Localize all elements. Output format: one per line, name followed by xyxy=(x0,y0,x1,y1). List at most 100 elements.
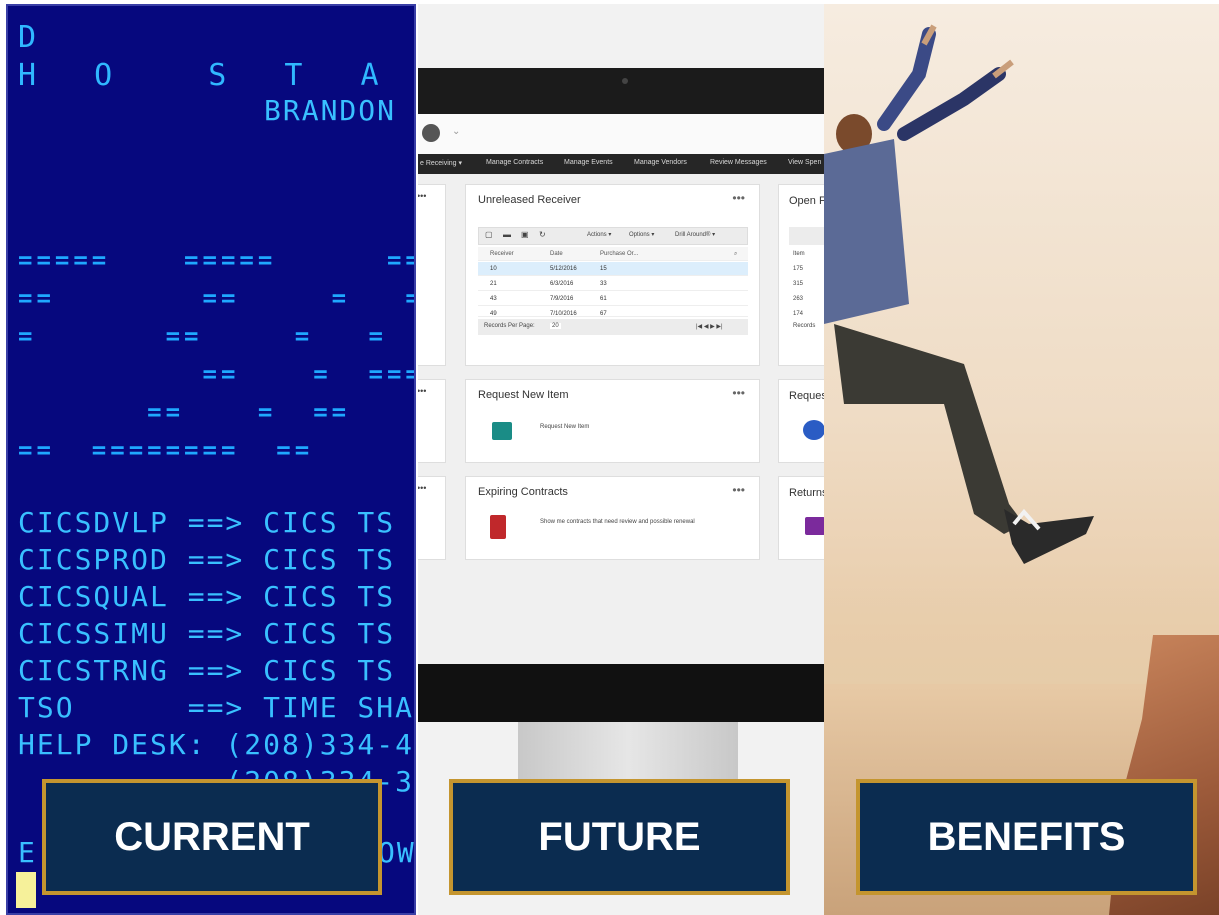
column-header[interactable]: Receiver xyxy=(490,251,514,257)
app-navbar: e Receiving ▾ Manage Contracts Manage Ev… xyxy=(418,154,824,174)
grid-toolbar: ▢ ▬ ▣ ↻ Actions ▾ Options ▾ Drill Around… xyxy=(478,227,748,245)
contract-document-icon[interactable] xyxy=(490,515,506,539)
actions-dropdown[interactable]: Actions ▾ xyxy=(587,231,611,238)
new-doc-icon[interactable]: ▢ xyxy=(485,230,493,239)
cell: 7/9/2016 xyxy=(550,296,574,302)
cell: 10 xyxy=(490,266,497,272)
monitor-bezel xyxy=(418,68,824,118)
request-item-icon[interactable] xyxy=(492,422,512,440)
cell: 67 xyxy=(600,311,607,317)
cell: 263 xyxy=(793,296,804,302)
left-partial-card: ••• xyxy=(418,476,446,560)
cell: 175 xyxy=(793,266,804,272)
cell: 5/12/2016 xyxy=(550,266,577,272)
nav-item[interactable]: Manage Vendors xyxy=(634,159,687,166)
future-label-box: FUTURE xyxy=(449,779,790,895)
options-dropdown[interactable]: Options ▾ xyxy=(629,231,654,238)
reques-partial-card: Reques xyxy=(778,379,824,463)
card-menu[interactable]: ••• xyxy=(418,191,426,201)
expiring-contracts-card: Expiring Contracts ••• Show me contracts… xyxy=(465,476,760,560)
cell: 33 xyxy=(600,281,607,287)
card-menu-button[interactable]: ••• xyxy=(732,386,745,400)
pager-controls[interactable]: |◀ ◀ ▶ ▶| xyxy=(696,323,723,330)
nav-item[interactable]: Review Messages xyxy=(710,159,767,166)
table-row[interactable]: 10 5/12/2016 15 xyxy=(478,262,748,276)
drill-around-dropdown[interactable]: Drill Around® ▾ xyxy=(675,231,715,238)
cell: 7/10/2016 xyxy=(550,311,577,317)
left-partial-card: ••• xyxy=(418,379,446,463)
card-title: Reques xyxy=(789,390,824,402)
card-title: Open F xyxy=(789,195,824,207)
terminal-menu-line: CICSSIMU ==> CICS TS xyxy=(18,617,396,650)
card-menu-button[interactable]: ••• xyxy=(732,483,745,497)
terminal-bottom-right: OW xyxy=(378,836,416,869)
app-logo-icon xyxy=(422,124,440,142)
terminal-art-row: == ======== == == xyxy=(18,436,314,464)
records-per-page-label: Records xyxy=(793,323,816,329)
nav-item[interactable]: Manage Contracts xyxy=(486,159,543,166)
open-partial-card: Open F Item 175 315 263 174 Records xyxy=(778,184,824,366)
nav-item[interactable]: Manage Events xyxy=(564,159,613,166)
left-partial-card: ••• xyxy=(418,184,446,366)
table-row[interactable]: 21 6/3/2016 33 xyxy=(478,277,748,291)
records-per-page-label: Records Per Page: xyxy=(484,323,535,329)
current-label-box: CURRENT xyxy=(42,779,382,895)
nav-item[interactable]: View Spen xyxy=(788,159,821,166)
save-icon[interactable]: ▣ xyxy=(521,230,529,239)
benefits-label: BENEFITS xyxy=(927,814,1126,859)
unreleased-receiver-card: Unreleased Receiver ••• ▢ ▬ ▣ ↻ Actions … xyxy=(465,184,760,366)
chevron-down-icon[interactable]: ⌄ xyxy=(452,126,460,137)
card-title: Expiring Contracts xyxy=(478,486,568,498)
cell: 49 xyxy=(490,311,497,317)
app-brand-bar: ⌄ xyxy=(418,114,824,154)
card-menu[interactable]: ••• xyxy=(418,483,426,493)
pager-bar: Records Per Page: 20 |◀ ◀ ▶ ▶| xyxy=(478,319,748,335)
terminal-menu-line: CICSPROD ==> CICS TS xyxy=(18,543,396,576)
returns-icon[interactable] xyxy=(805,517,824,535)
camera-icon xyxy=(622,78,628,84)
card-title: Returns xyxy=(789,487,824,499)
card-title: Unreleased Receiver xyxy=(478,194,581,206)
handshake-icon[interactable] xyxy=(803,420,824,440)
request-link[interactable]: Request New Item xyxy=(540,424,589,430)
column-header: Item xyxy=(793,251,805,257)
monitor-chin xyxy=(418,664,824,722)
terminal-header-line1: D xyxy=(18,20,57,55)
cell: 61 xyxy=(600,296,607,302)
records-per-page-input[interactable]: 20 xyxy=(550,323,561,329)
table-row[interactable]: 43 7/9/2016 61 xyxy=(478,292,748,306)
column-header[interactable]: Purchase Or... xyxy=(600,251,638,257)
table-header-row: Receiver Date Purchase Or... ⌕ xyxy=(478,247,748,261)
expiring-contracts-link[interactable]: Show me contracts that need review and p… xyxy=(540,519,695,525)
request-new-item-card: Request New Item ••• Request New Item xyxy=(465,379,760,463)
terminal-art-row: = == = = xyxy=(18,322,387,350)
terminal-art-row: == == = == = xyxy=(18,284,414,312)
terminal-menu-line: CICSQUAL ==> CICS TS xyxy=(18,580,396,613)
card-menu[interactable]: ••• xyxy=(418,386,426,396)
returns-partial-card: Returns xyxy=(778,476,824,560)
terminal-art-row: == = == = xyxy=(18,398,416,426)
benefits-label-box: BENEFITS xyxy=(856,779,1197,895)
terminal-menu-line: HELP DESK: (208)334-4 xyxy=(18,728,415,761)
terminal-header-line3: BRANDON xyxy=(264,94,397,127)
cell: 21 xyxy=(490,281,497,287)
cell: 315 xyxy=(793,281,804,287)
card-menu-button[interactable]: ••• xyxy=(732,191,745,205)
terminal-menu-line: CICSTRNG ==> CICS TS xyxy=(18,654,396,687)
cell: 15 xyxy=(600,266,607,272)
terminal-cursor xyxy=(16,872,36,908)
terminal-header-line2: H O S T A T E C O N xyxy=(18,58,399,93)
terminal-menu-line: TSO ==> TIME SHA xyxy=(18,691,415,724)
nav-item[interactable]: e Receiving ▾ xyxy=(420,159,462,167)
current-label: CURRENT xyxy=(114,814,310,859)
cell: 6/3/2016 xyxy=(550,281,574,287)
column-header[interactable]: Date xyxy=(550,251,563,257)
folder-icon[interactable]: ▬ xyxy=(503,230,511,239)
search-icon[interactable]: ⌕ xyxy=(734,251,737,258)
cell: 43 xyxy=(490,296,497,302)
terminal-art-row: ===== ===== == xyxy=(18,246,416,274)
terminal-bottom-left: E xyxy=(18,836,37,869)
monitor-screen: ⌄ e Receiving ▾ Manage Contracts Manage … xyxy=(418,114,824,666)
table-row[interactable]: 49 7/10/2016 67 xyxy=(478,307,748,317)
refresh-icon[interactable]: ↻ xyxy=(539,230,546,239)
